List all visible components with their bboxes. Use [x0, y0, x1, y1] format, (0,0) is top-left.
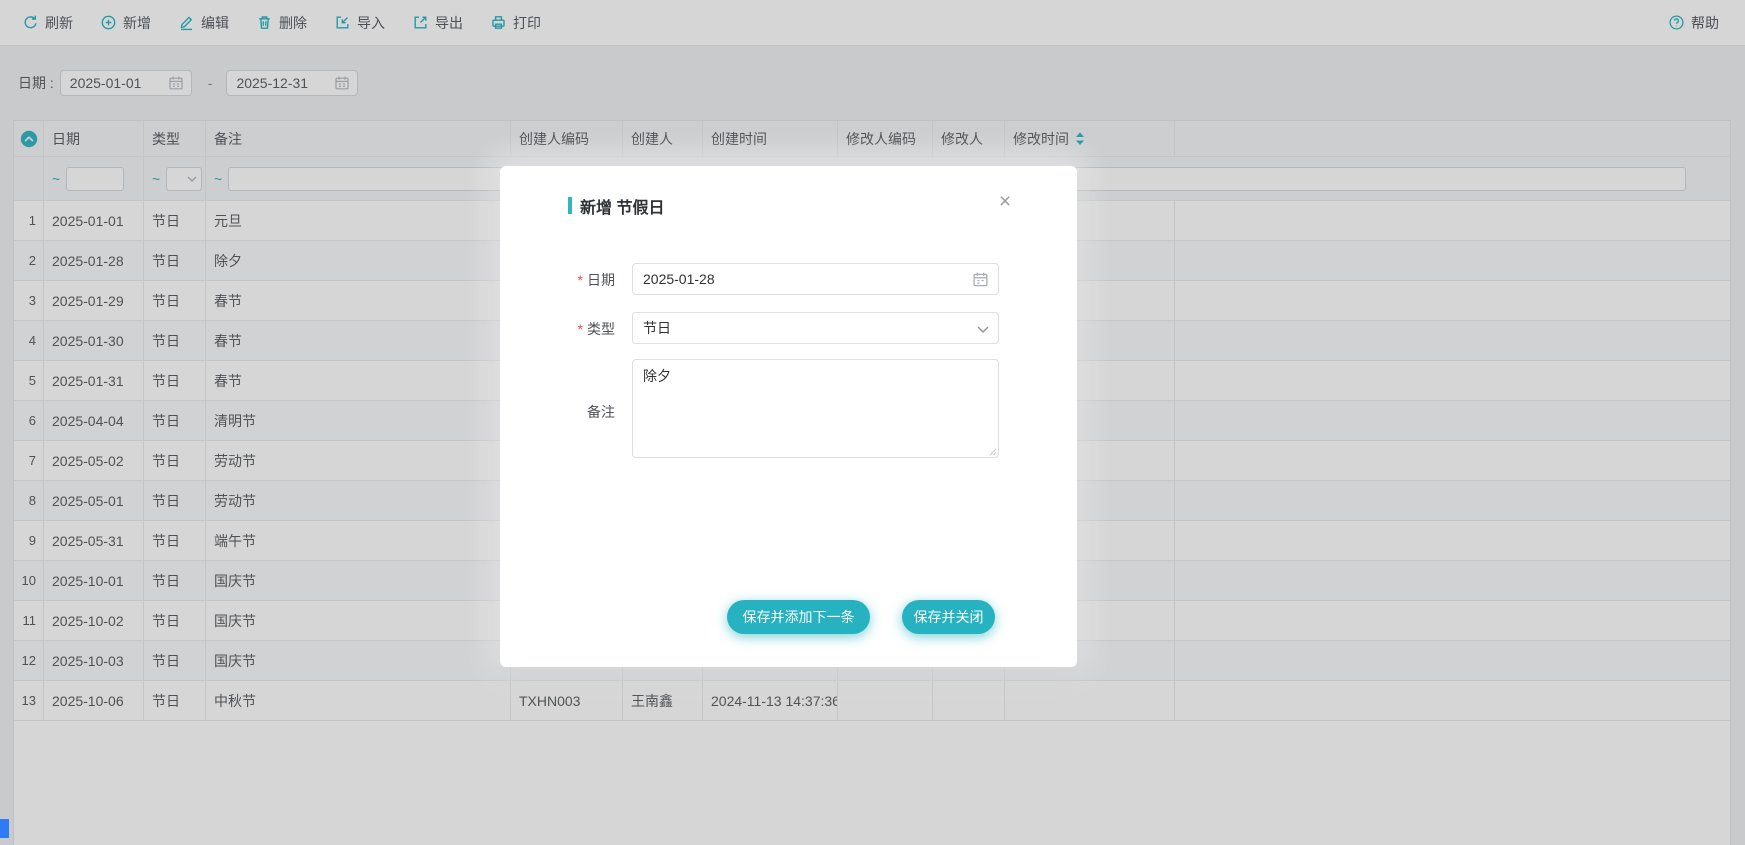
modal-note-textarea[interactable]: 除夕 — [632, 359, 999, 458]
modal-date-value: 2025-01-28 — [643, 271, 715, 287]
modal-date-label: *日期 — [500, 270, 615, 290]
modal-date-input[interactable]: 2025-01-28 — [632, 263, 999, 295]
modal-title-accent-bar — [568, 197, 572, 214]
modal-note-label: 备注 — [500, 402, 615, 422]
save-and-add-next-button[interactable]: 保存并添加下一条 — [727, 600, 870, 634]
required-marker: * — [578, 321, 583, 337]
calendar-icon[interactable] — [972, 271, 989, 288]
close-icon[interactable]: × — [993, 190, 1017, 214]
chevron-down-icon — [977, 326, 989, 333]
add-holiday-modal: 新增 节假日 × *日期 2025-01-28 *类型 节日 备注 除夕 保存并… — [500, 166, 1077, 667]
modal-type-label: *类型 — [500, 319, 615, 339]
blue-artifact — [0, 819, 9, 838]
modal-type-select[interactable]: 节日 — [632, 312, 999, 344]
modal-title: 新增 节假日 — [580, 194, 664, 218]
save-and-close-button[interactable]: 保存并关闭 — [902, 600, 995, 634]
required-marker: * — [578, 272, 583, 288]
modal-type-value: 节日 — [643, 318, 671, 338]
resize-handle-icon[interactable] — [987, 446, 997, 456]
